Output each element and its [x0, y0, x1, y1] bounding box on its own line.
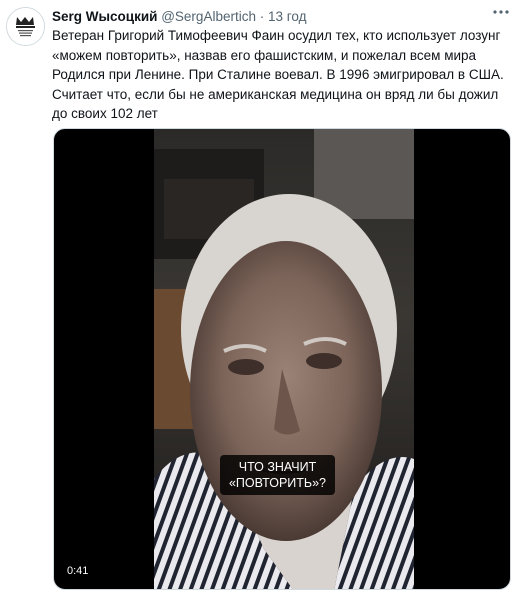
display-name[interactable]: Serg Wысоцкий [52, 9, 157, 24]
caption-line: ЧТО ЗНАЧИТ [238, 460, 317, 474]
tweet-card[interactable]: Serg Wысоцкий @SergAlbertich · 13 год Ве… [0, 0, 517, 595]
caption-line: «ПОВТОРИТЬ»? [228, 476, 327, 490]
tweet-text-line: Родился при Ленине. При Сталине воевал. … [52, 67, 504, 82]
video-player[interactable]: ЧТО ЗНАЧИТ «ПОВТОРИТЬ»? 0:41 [53, 128, 511, 590]
tweet-timestamp[interactable]: 13 год [268, 9, 306, 24]
video-caption: ЧТО ЗНАЧИТ «ПОВТОРИТЬ»? [220, 455, 335, 495]
tweet-header: Serg Wысоцкий @SergAlbertich · 13 год [52, 9, 306, 25]
tweet-text: Ветеран Григорий Тимофеевич Фаин осудил … [52, 26, 512, 124]
avatar-emblem-icon [7, 8, 44, 45]
video-still-image [154, 129, 414, 589]
more-dots-icon [493, 10, 509, 14]
avatar[interactable] [6, 7, 45, 46]
tweet-text-line: Считает что, если бы не американская мед… [52, 86, 499, 122]
tweet-text-line: Ветеран Григорий Тимофеевич Фаин осудил … [52, 28, 501, 63]
separator-dot: · [259, 9, 265, 24]
video-frame[interactable] [154, 129, 414, 589]
user-handle[interactable]: @SergAlbertich [161, 9, 256, 24]
video-duration: 0:41 [67, 565, 89, 577]
more-options-button[interactable] [491, 4, 511, 20]
